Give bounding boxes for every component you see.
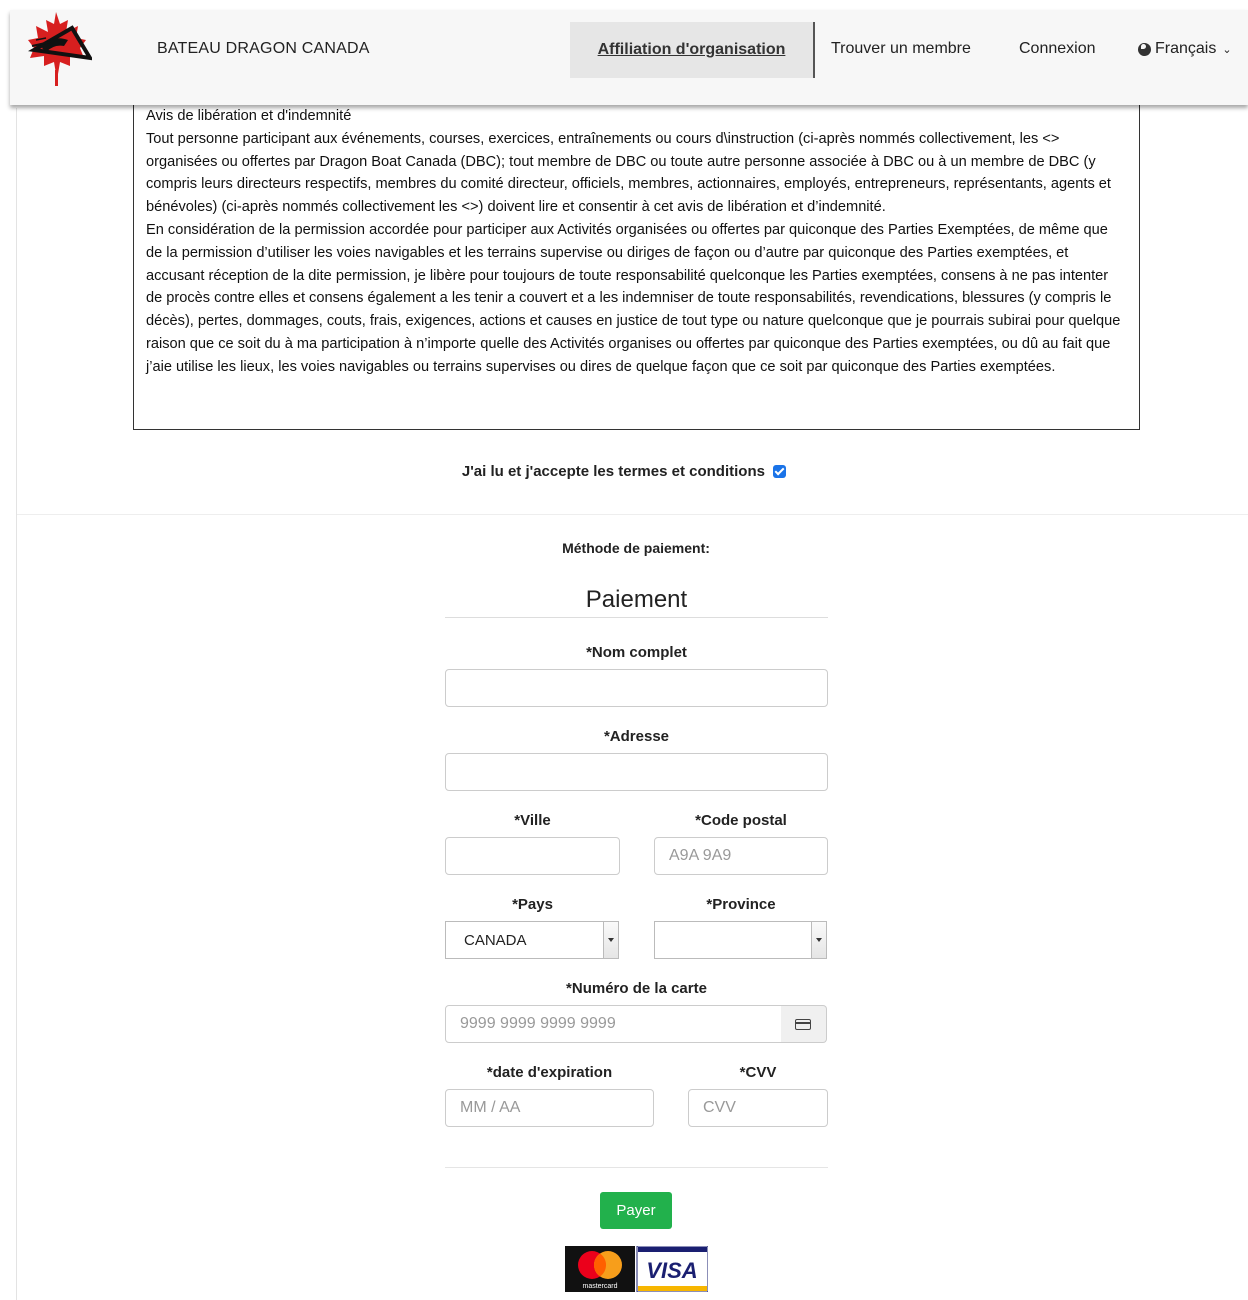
pay-button[interactable]: Payer	[600, 1192, 672, 1229]
full-name-input[interactable]	[445, 669, 828, 707]
credit-card-icon	[795, 1019, 811, 1030]
payment-title: Paiement	[585, 586, 688, 613]
mastercard-text: mastercard	[582, 1283, 617, 1290]
expiry-input[interactable]	[445, 1089, 654, 1127]
nav-login[interactable]: Connexion	[1019, 40, 1096, 58]
nav-organization-affiliation[interactable]: Affiliation d'organisation	[570, 22, 815, 78]
terms-paragraph-2: En considération de la permission accord…	[146, 221, 1121, 375]
postal-code-input[interactable]	[654, 837, 828, 875]
postal-code-label: *Code postal	[695, 812, 787, 829]
language-dropdown[interactable]: Français ⌄	[1138, 40, 1232, 58]
brand-name[interactable]: BATEAU DRAGON CANADA	[157, 40, 370, 58]
visa-text: VISA	[646, 1258, 697, 1283]
cvv-label: *CVV	[739, 1064, 777, 1081]
terms-agreement-label: J'ai lu et j'accepte les termes et condi…	[461, 463, 765, 480]
navbar: BATEAU DRAGON CANADA Affiliation d'organ…	[10, 10, 1248, 105]
cvv-input[interactable]	[688, 1089, 828, 1127]
address-label: *Adresse	[603, 728, 670, 745]
nav-organization-affiliation-label: Affiliation d'organisation	[597, 41, 786, 58]
card-addon	[781, 1005, 827, 1043]
section-divider	[17, 514, 1248, 515]
country-select[interactable]: CANADA	[445, 921, 619, 959]
terms-paragraph-1: Tout personne participant aux événements…	[146, 130, 1111, 216]
card-brands-logo: mastercard VISA	[565, 1246, 708, 1292]
city-label: *Ville	[514, 812, 551, 829]
card-number-label: *Numéro de la carte	[566, 980, 707, 997]
select-arrow-icon	[811, 922, 826, 958]
province-select[interactable]	[654, 921, 827, 959]
full-name-label: *Nom complet	[586, 644, 687, 661]
globe-icon	[1138, 42, 1151, 56]
payment-method-label: Méthode de paiement:	[562, 540, 710, 556]
language-label: Français	[1155, 40, 1217, 57]
address-input[interactable]	[445, 753, 828, 791]
terms-agreement-checkbox[interactable]	[773, 465, 787, 478]
city-input[interactable]	[445, 837, 620, 875]
terms-box[interactable]: Avis de libération et d'indemnité Tout p…	[133, 96, 1140, 430]
page-edge	[16, 108, 17, 1300]
country-label: *Pays	[512, 896, 553, 913]
select-arrow-icon	[603, 922, 618, 958]
nav-find-member[interactable]: Trouver un membre	[831, 40, 971, 58]
expiry-label: *date d'expiration	[486, 1064, 613, 1081]
province-label: *Province	[706, 896, 776, 913]
card-number-input[interactable]	[445, 1005, 782, 1043]
terms-agreement: J'ai lu et j'accepte les termes et condi…	[0, 463, 1248, 480]
payment-title-rule	[445, 617, 828, 618]
chevron-down-icon: ⌄	[1222, 43, 1232, 56]
payment-footer-rule	[445, 1167, 828, 1168]
dragon-boat-logo[interactable]	[20, 10, 92, 90]
terms-heading: Avis de libération et d'indemnité	[146, 108, 352, 124]
country-select-value: CANADA	[464, 932, 527, 949]
